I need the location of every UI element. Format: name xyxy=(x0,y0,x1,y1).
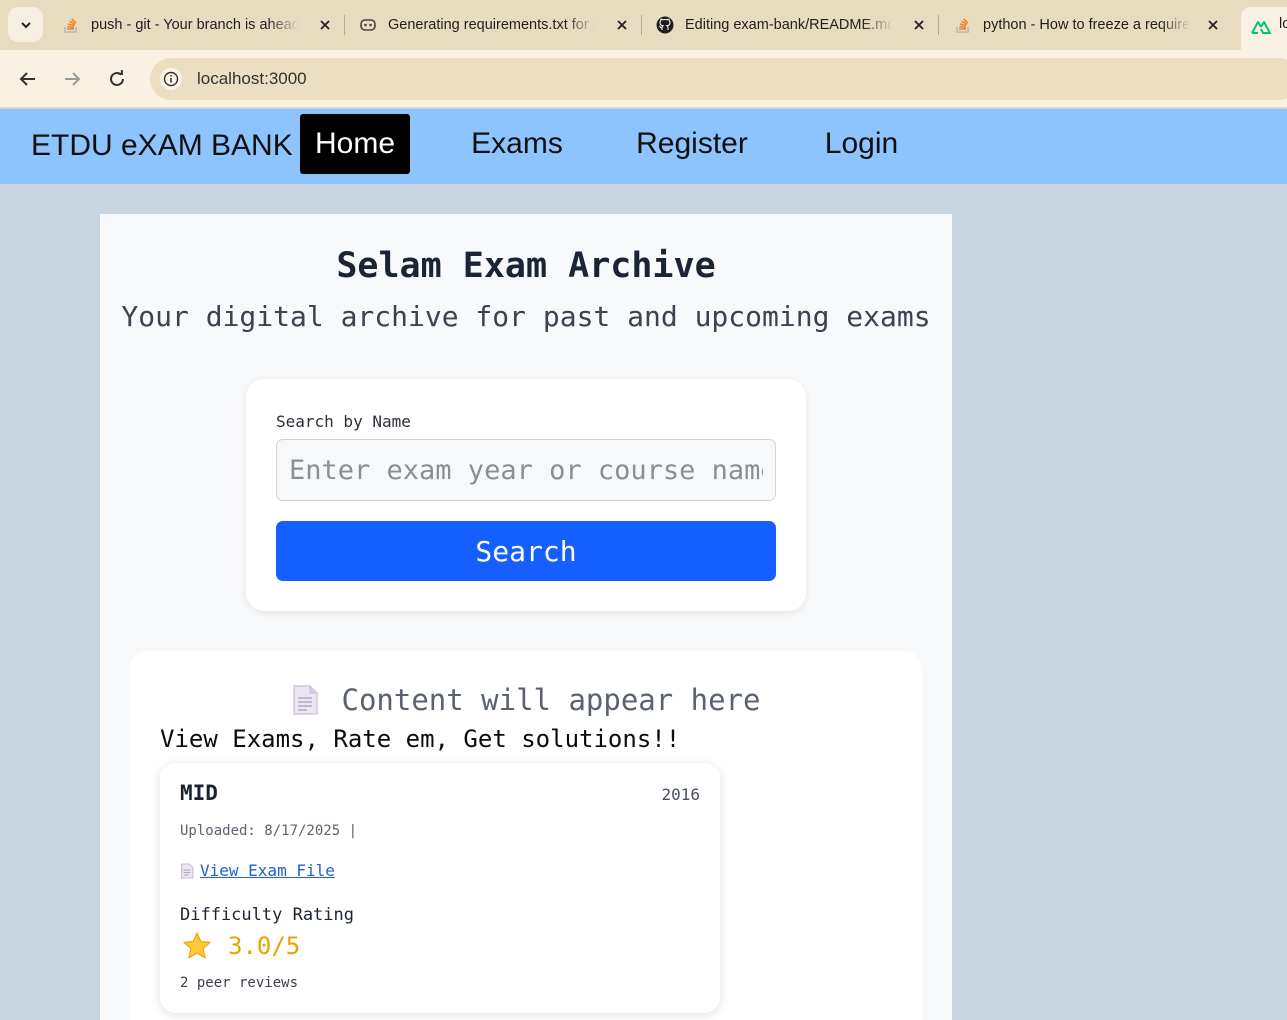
nav-register[interactable]: Register xyxy=(624,114,760,174)
exam-upload-date: Uploaded: 8/17/2025 | xyxy=(180,823,358,839)
back-button[interactable] xyxy=(15,66,41,92)
search-label: Search by Name xyxy=(276,412,411,431)
forward-button[interactable] xyxy=(59,66,85,92)
nuxt-icon xyxy=(1251,21,1271,34)
brand-logo[interactable]: ETDU eXAM BANK xyxy=(31,129,293,163)
star-icon xyxy=(183,932,211,959)
document-icon xyxy=(293,685,319,715)
arrow-left-icon xyxy=(19,72,35,86)
tab-title: Editing exam-bank/README.md at main xyxy=(685,17,893,33)
difficulty-label: Difficulty Rating xyxy=(180,905,354,925)
view-exam-file-link[interactable]: View Exam File xyxy=(180,861,335,880)
exam-card[interactable]: MID 2016 Uploaded: 8/17/2025 | View Exam… xyxy=(160,763,720,1013)
site-info-icon[interactable] xyxy=(160,68,182,90)
search-input[interactable] xyxy=(276,439,776,501)
page-title: Selam Exam Archive xyxy=(336,246,716,286)
stackoverflow-icon xyxy=(62,16,80,34)
difficulty-rating: 3.0/5 xyxy=(182,931,300,961)
view-exam-file-label: View Exam File xyxy=(200,861,335,880)
page-subtitle: Your digital archive for past and upcomi… xyxy=(121,300,931,333)
search-button[interactable]: Search xyxy=(276,521,776,581)
browser-toolbar: localhost:3000 xyxy=(0,50,1287,108)
browser-tab-bar: push - git - Your branch is ahead of 'or… xyxy=(0,0,1287,50)
github-icon xyxy=(656,16,674,34)
nav-home[interactable]: Home xyxy=(300,114,410,174)
exam-type: MID xyxy=(180,781,218,805)
tab-title: Generating requirements.txt for a Python… xyxy=(388,17,596,33)
reload-button[interactable] xyxy=(104,66,130,92)
arrow-right-icon xyxy=(65,72,81,86)
active-browser-tab[interactable]: lo xyxy=(1241,7,1287,50)
content-heading-text: Content will appear here xyxy=(341,683,761,717)
exam-year: 2016 xyxy=(661,785,700,804)
rating-value: 3.0/5 xyxy=(228,932,301,960)
site-navbar: ETDU eXAM BANK Home Exams Register Login xyxy=(0,109,1287,184)
reload-icon xyxy=(110,69,124,86)
close-icon[interactable] xyxy=(316,16,334,34)
tab-title: push - git - Your branch is ahead of 'or… xyxy=(91,17,299,33)
browser-tab[interactable]: Generating requirements.txt for a Python… xyxy=(359,8,631,42)
tab-title: python - How to freeze a requirement xyxy=(983,17,1191,33)
document-icon xyxy=(181,863,194,878)
close-icon[interactable] xyxy=(1204,16,1222,34)
tab-search-button[interactable] xyxy=(8,7,43,42)
search-card: Search by Name Search xyxy=(246,379,806,611)
address-bar[interactable]: localhost:3000 xyxy=(150,58,1287,100)
content-heading: Content will appear here xyxy=(130,683,922,717)
peer-review-count: 2 peer reviews xyxy=(180,975,299,991)
tab-divider xyxy=(641,15,642,35)
main-panel: Selam Exam Archive Your digital archive … xyxy=(100,214,952,1020)
tab-title: lo xyxy=(1279,16,1287,32)
stackoverflow-icon xyxy=(954,16,972,34)
content-tagline: View Exams, Rate em, Get solutions!! xyxy=(160,725,681,753)
nav-exams[interactable]: Exams xyxy=(460,114,574,174)
browser-tab[interactable]: python - How to freeze a requirement xyxy=(954,8,1222,42)
close-icon[interactable] xyxy=(613,16,631,34)
url-text: localhost:3000 xyxy=(197,69,307,88)
browser-tab[interactable]: Editing exam-bank/README.md at main xyxy=(656,8,928,42)
browser-tab[interactable]: push - git - Your branch is ahead of 'or… xyxy=(62,8,334,42)
nav-login[interactable]: Login xyxy=(810,114,913,174)
content-panel: Content will appear here View Exams, Rat… xyxy=(130,651,922,1020)
close-icon[interactable] xyxy=(910,16,928,34)
copilot-icon xyxy=(359,16,377,34)
tab-divider xyxy=(344,15,345,35)
chevron-down-icon xyxy=(20,21,31,28)
tab-divider xyxy=(938,15,939,35)
